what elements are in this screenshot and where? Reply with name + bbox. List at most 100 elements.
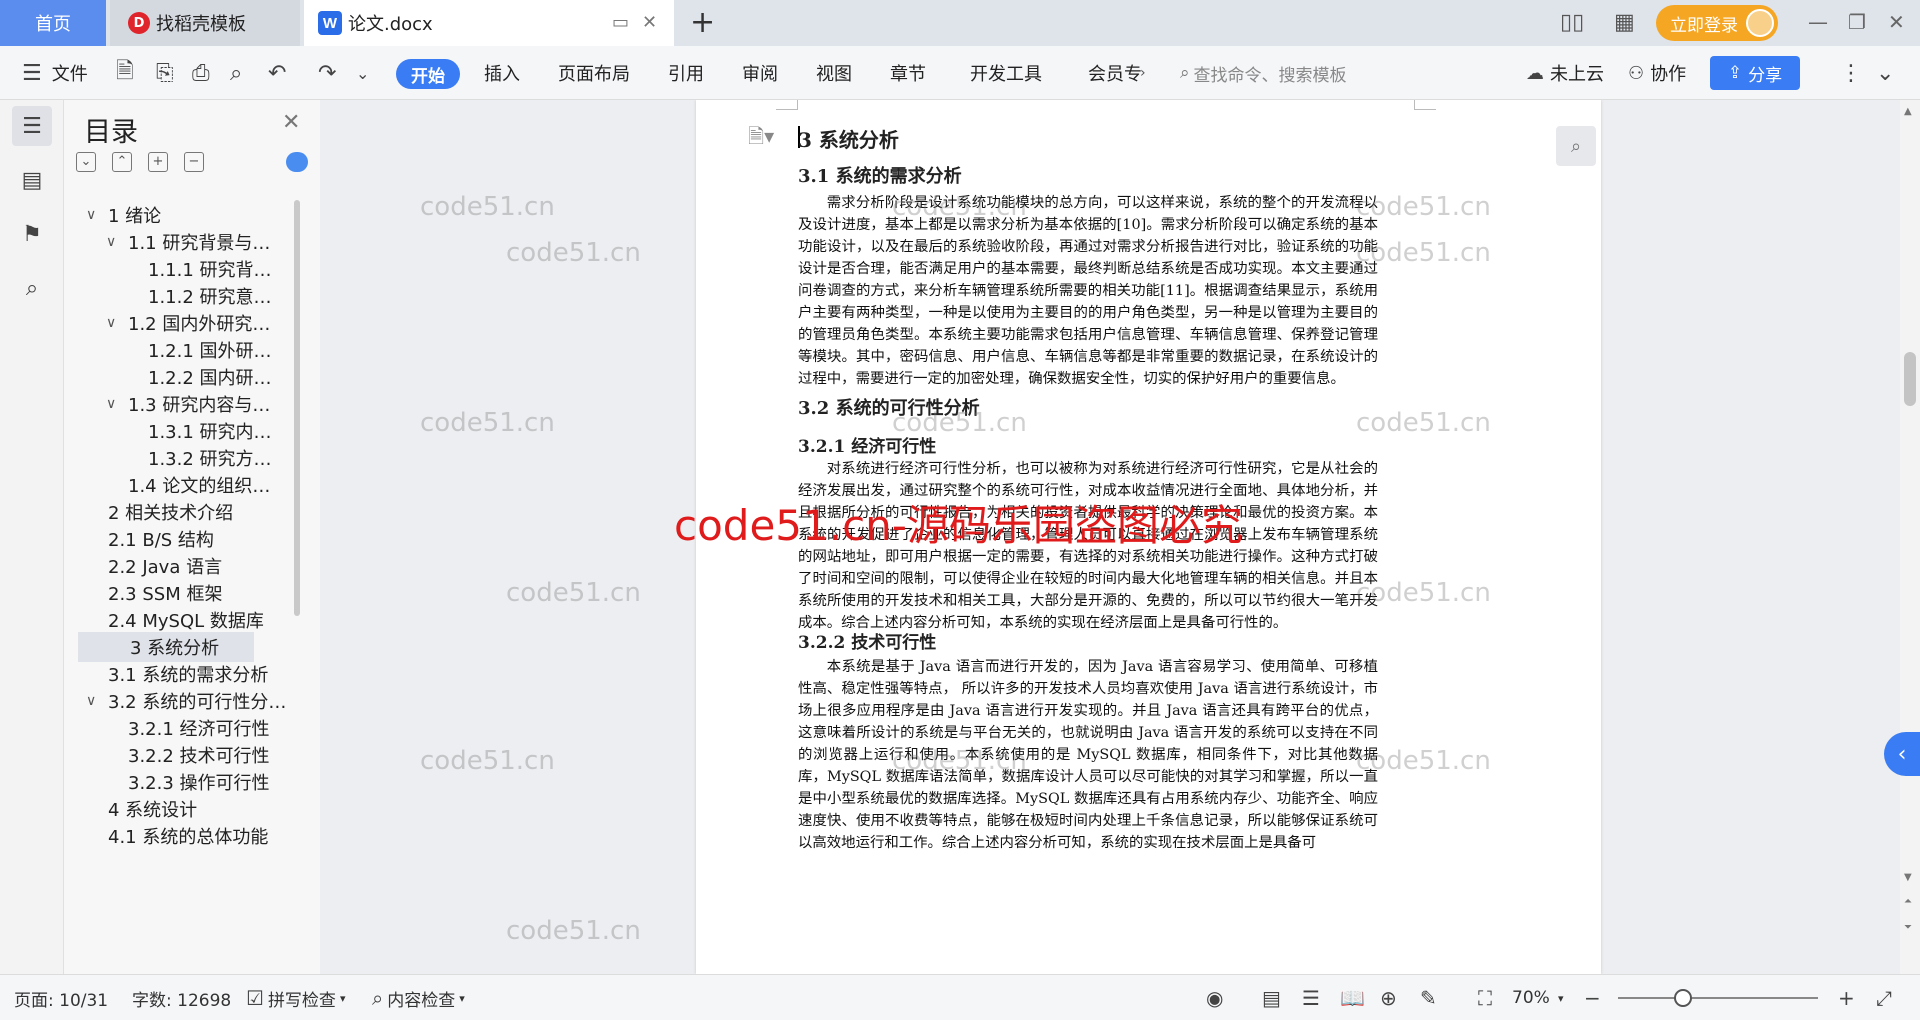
- write-mode-icon[interactable]: ✎: [1420, 975, 1437, 1020]
- collab-button[interactable]: ⚇ 协作: [1628, 46, 1686, 100]
- outline-item[interactable]: 1.2.2 国内研…: [64, 362, 312, 392]
- content-check-button[interactable]: ⌕ 内容检查 ▾: [372, 975, 465, 1020]
- web-view-icon[interactable]: ⊕: [1380, 975, 1397, 1020]
- tab-references[interactable]: 引用: [668, 46, 704, 100]
- outline-item[interactable]: 2 相关技术介绍: [64, 497, 312, 527]
- outline-item[interactable]: ∨ 3.2 系统的可行性分…: [64, 686, 312, 716]
- tab-view[interactable]: 视图: [816, 46, 852, 100]
- outline-item[interactable]: 2.4 MySQL 数据库: [64, 605, 312, 635]
- zoom-slider[interactable]: [1618, 997, 1818, 999]
- login-button[interactable]: 立即登录: [1656, 5, 1778, 41]
- comment-panel-icon[interactable]: ⌕: [1556, 126, 1596, 166]
- reading-view-icon[interactable]: 📖: [1340, 975, 1365, 1020]
- command-search-input[interactable]: ⌕ 查找命令、搜索模板: [1180, 46, 1347, 100]
- outline-item[interactable]: 3 系统分析: [78, 632, 254, 662]
- add-heading-icon[interactable]: +: [148, 152, 168, 172]
- document-scrollbar[interactable]: ▲ ▼ ⏶ ⏷: [1900, 100, 1920, 974]
- restore-icon[interactable]: ❐: [1848, 9, 1866, 35]
- outline-item[interactable]: 3.2.1 经济可行性: [64, 713, 312, 743]
- outline-item[interactable]: 3.2.3 操作可行性: [64, 767, 312, 797]
- tab-home[interactable]: 首页: [0, 0, 106, 46]
- scroll-down-icon[interactable]: ▼: [1904, 872, 1912, 883]
- tab-member[interactable]: 会员专: [1088, 46, 1142, 100]
- outline-item[interactable]: 1.1.2 研究意…: [64, 281, 312, 311]
- tab-templates[interactable]: D 找稻壳模板: [110, 0, 300, 46]
- share-button[interactable]: ⇪ 分享: [1710, 56, 1800, 90]
- remove-heading-icon[interactable]: −: [184, 152, 204, 172]
- chevron-down-icon[interactable]: ∨: [106, 315, 128, 331]
- outline-item[interactable]: 1.1.1 研究背…: [64, 254, 312, 284]
- scroll-up-icon[interactable]: ▲: [1904, 106, 1912, 117]
- zoom-slider-handle[interactable]: [1674, 989, 1692, 1007]
- chevron-down-icon[interactable]: ∨: [86, 207, 108, 223]
- word-count[interactable]: 字数: 12698: [132, 975, 231, 1020]
- outline-item[interactable]: 1.3.1 研究内…: [64, 416, 312, 446]
- zoom-out-icon[interactable]: −: [1584, 975, 1601, 1020]
- zoom-in-icon[interactable]: +: [1838, 975, 1855, 1020]
- close-outline-icon[interactable]: ✕: [282, 110, 300, 135]
- close-window-icon[interactable]: ✕: [1888, 9, 1905, 35]
- page-view-icon[interactable]: ▤: [1262, 975, 1281, 1020]
- next-page-icon[interactable]: ⏷: [1904, 922, 1912, 933]
- float-window-icon[interactable]: ▭: [612, 12, 629, 34]
- page-count[interactable]: 页面: 10/31: [14, 975, 108, 1020]
- tab-chapter[interactable]: 章节: [890, 46, 926, 100]
- outline-view-icon[interactable]: ☰: [1302, 975, 1320, 1020]
- scroll-thumb[interactable]: [1904, 352, 1916, 406]
- export-pdf-icon[interactable]: ⎘: [156, 46, 174, 100]
- print-icon[interactable]: ⎙: [192, 46, 210, 100]
- outline-item[interactable]: 1.4 论文的组织…: [64, 470, 312, 500]
- tab-developer[interactable]: 开发工具: [970, 46, 1042, 100]
- paragraph-options-icon[interactable]: 🗎▾: [748, 122, 774, 156]
- tab-insert[interactable]: 插入: [484, 46, 520, 100]
- outline-item[interactable]: 2.1 B/S 结构: [64, 524, 312, 554]
- spell-check-button[interactable]: ☑ 拼写检查 ▾: [246, 975, 345, 1020]
- outline-item[interactable]: 3.2.2 技术可行性: [64, 740, 312, 770]
- outline-item[interactable]: ∨ 1.2 国内外研究…: [64, 308, 312, 338]
- zoom-dropdown-icon[interactable]: ▾: [1558, 975, 1564, 1020]
- new-tab-button[interactable]: +: [690, 6, 715, 40]
- fullscreen-icon[interactable]: ⤢: [1876, 975, 1892, 1020]
- smart-outline-icon[interactable]: [286, 152, 308, 172]
- chevron-down-icon[interactable]: ∨: [106, 396, 128, 412]
- zoom-level[interactable]: 70%: [1512, 975, 1550, 1020]
- redo-icon[interactable]: ↷: [318, 46, 336, 100]
- save-icon[interactable]: 🗎: [116, 46, 134, 100]
- more-quick-icon[interactable]: ⌄: [356, 46, 369, 100]
- chapter-nav-icon[interactable]: ▤: [12, 160, 52, 200]
- fit-page-icon[interactable]: ⛶: [1478, 975, 1492, 1020]
- outline-item[interactable]: 1.3.2 研究方…: [64, 443, 312, 473]
- outline-item[interactable]: ∨ 1.3 研究内容与…: [64, 389, 312, 419]
- expand-icon[interactable]: ⌄: [76, 152, 96, 172]
- more-options-icon[interactable]: ⋮: [1840, 46, 1862, 100]
- outline-item[interactable]: 1.2.1 国外研…: [64, 335, 312, 365]
- outline-item[interactable]: 4.1 系统的总体功能: [64, 821, 312, 851]
- cloud-status-button[interactable]: ☁ 未上云: [1526, 46, 1604, 100]
- print-preview-icon[interactable]: ⌕: [230, 46, 242, 100]
- find-icon[interactable]: ⌕: [12, 268, 52, 308]
- minimize-icon[interactable]: —: [1808, 9, 1828, 35]
- bookmark-icon[interactable]: ⚑: [12, 214, 52, 254]
- eye-protection-icon[interactable]: ◉: [1206, 975, 1223, 1020]
- collapse-icon[interactable]: ⌃: [112, 152, 132, 172]
- tab-start[interactable]: 开始: [396, 59, 460, 89]
- undo-icon[interactable]: ↶: [268, 46, 286, 100]
- chevron-right-icon[interactable]: ›: [1140, 46, 1146, 100]
- outline-item[interactable]: ∨ 1.1 研究背景与…: [64, 227, 312, 257]
- file-menu-button[interactable]: ☰ 文件: [22, 46, 88, 100]
- outline-item[interactable]: 2.2 Java 语言: [64, 551, 312, 581]
- close-tab-icon[interactable]: ✕: [642, 12, 657, 34]
- apps-grid-icon[interactable]: ▦: [1614, 10, 1635, 36]
- collapse-ribbon-icon[interactable]: ⌄: [1876, 46, 1894, 100]
- layout-icon[interactable]: ▯▯: [1560, 10, 1584, 36]
- tab-document[interactable]: W 论文.docx ▭ ✕: [304, 0, 674, 46]
- chevron-down-icon[interactable]: ∨: [86, 693, 108, 709]
- side-panel-toggle[interactable]: ‹: [1884, 732, 1920, 776]
- prev-page-icon[interactable]: ⏶: [1904, 896, 1912, 907]
- tab-page-layout[interactable]: 页面布局: [558, 46, 630, 100]
- chevron-down-icon[interactable]: ∨: [106, 234, 128, 250]
- outline-item[interactable]: ∨ 1 绪论: [64, 200, 312, 230]
- outline-icon[interactable]: ☰: [12, 106, 52, 146]
- tab-review[interactable]: 审阅: [742, 46, 778, 100]
- outline-item[interactable]: 2.3 SSM 框架: [64, 578, 312, 608]
